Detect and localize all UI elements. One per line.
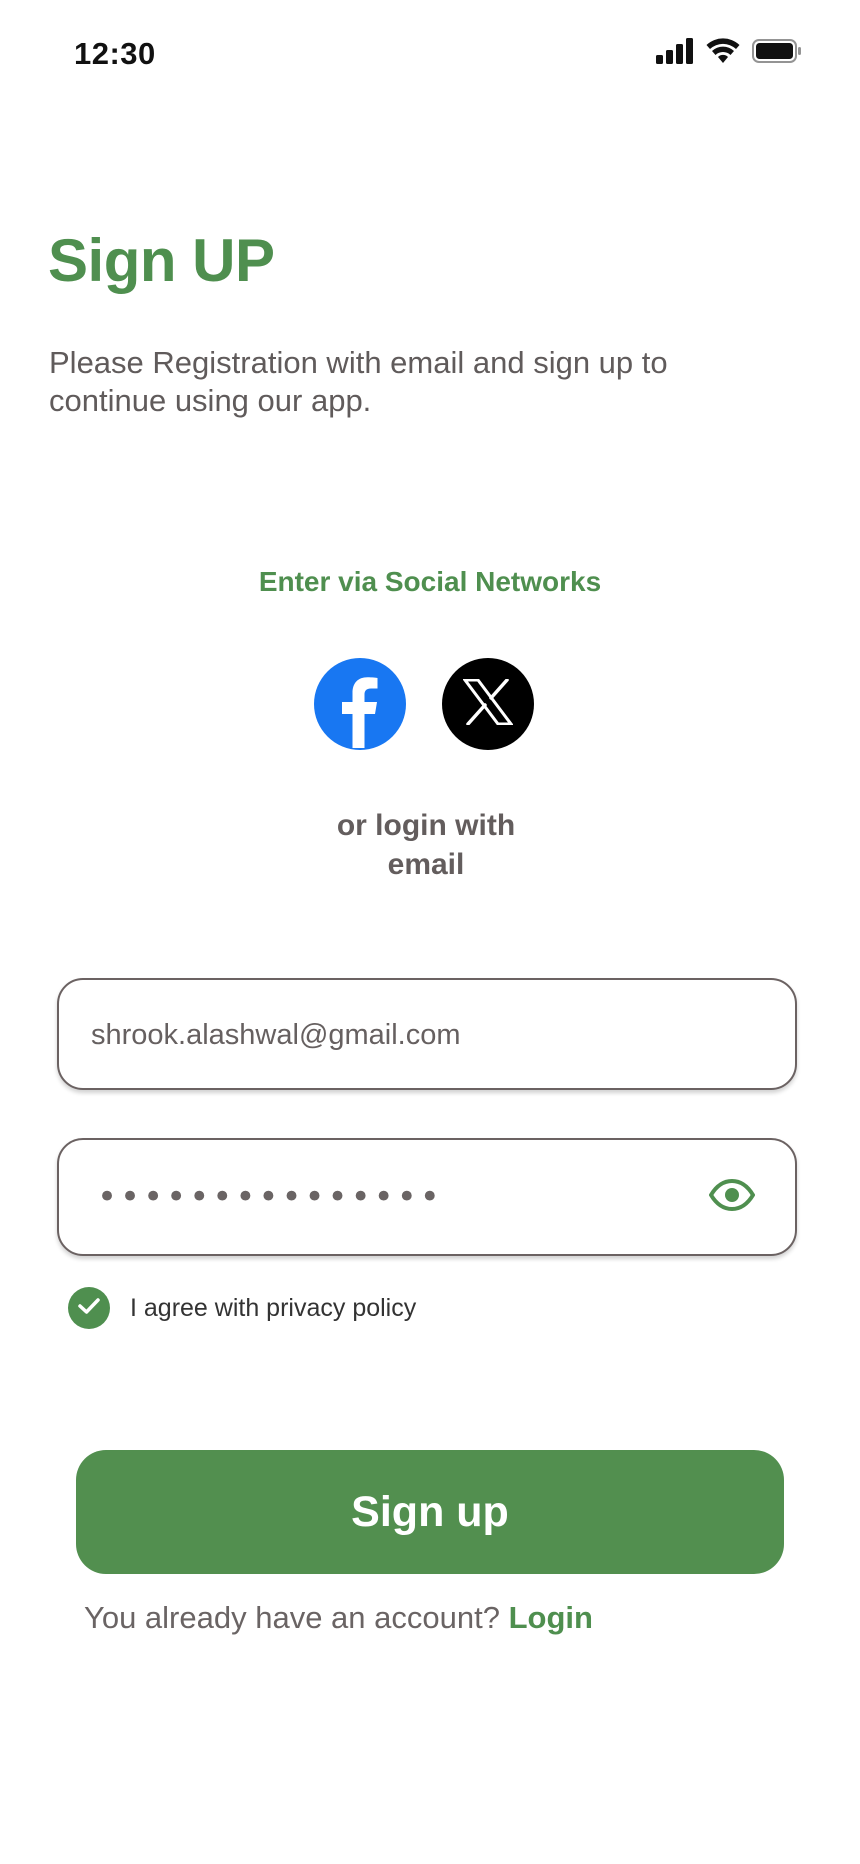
email-input[interactable] bbox=[89, 980, 713, 1090]
wifi-icon bbox=[706, 38, 740, 69]
checkmark-icon bbox=[77, 1296, 101, 1321]
login-prompt: You already have an account? Login bbox=[84, 1600, 593, 1636]
facebook-login-button[interactable] bbox=[314, 658, 406, 750]
privacy-agree-label: I agree with privacy policy bbox=[130, 1293, 417, 1322]
eye-icon bbox=[708, 1178, 756, 1216]
status-icons bbox=[656, 38, 802, 69]
privacy-agree-row[interactable]: I agree with privacy policy bbox=[68, 1287, 416, 1329]
facebook-icon bbox=[314, 656, 406, 753]
cellular-signal-icon bbox=[656, 38, 694, 69]
privacy-checkbox[interactable] bbox=[68, 1287, 110, 1329]
toggle-password-visibility-button[interactable] bbox=[708, 1178, 756, 1216]
or-login-line1: or login with bbox=[336, 809, 516, 842]
social-buttons bbox=[314, 658, 534, 750]
password-input[interactable]: ••••••••••••••• bbox=[97, 1177, 443, 1217]
status-bar: 12:30 bbox=[0, 0, 860, 110]
x-twitter-icon bbox=[462, 677, 514, 730]
signup-button[interactable]: Sign up bbox=[76, 1450, 784, 1574]
or-login-line2: email bbox=[387, 848, 465, 881]
account-prompt-text: You already have an account? bbox=[84, 1600, 500, 1635]
or-login-with-email: or login with email bbox=[0, 806, 852, 884]
social-heading: Enter via Social Networks bbox=[258, 566, 602, 597]
x-login-button[interactable] bbox=[442, 658, 534, 750]
password-field[interactable]: ••••••••••••••• bbox=[57, 1138, 797, 1256]
email-field[interactable] bbox=[57, 978, 797, 1090]
page-title: Sign UP bbox=[48, 227, 275, 294]
status-time: 12:30 bbox=[74, 36, 156, 71]
page-subtitle: Please Registration with email and sign … bbox=[49, 345, 668, 418]
battery-icon bbox=[752, 38, 802, 69]
login-link[interactable]: Login bbox=[509, 1600, 593, 1635]
